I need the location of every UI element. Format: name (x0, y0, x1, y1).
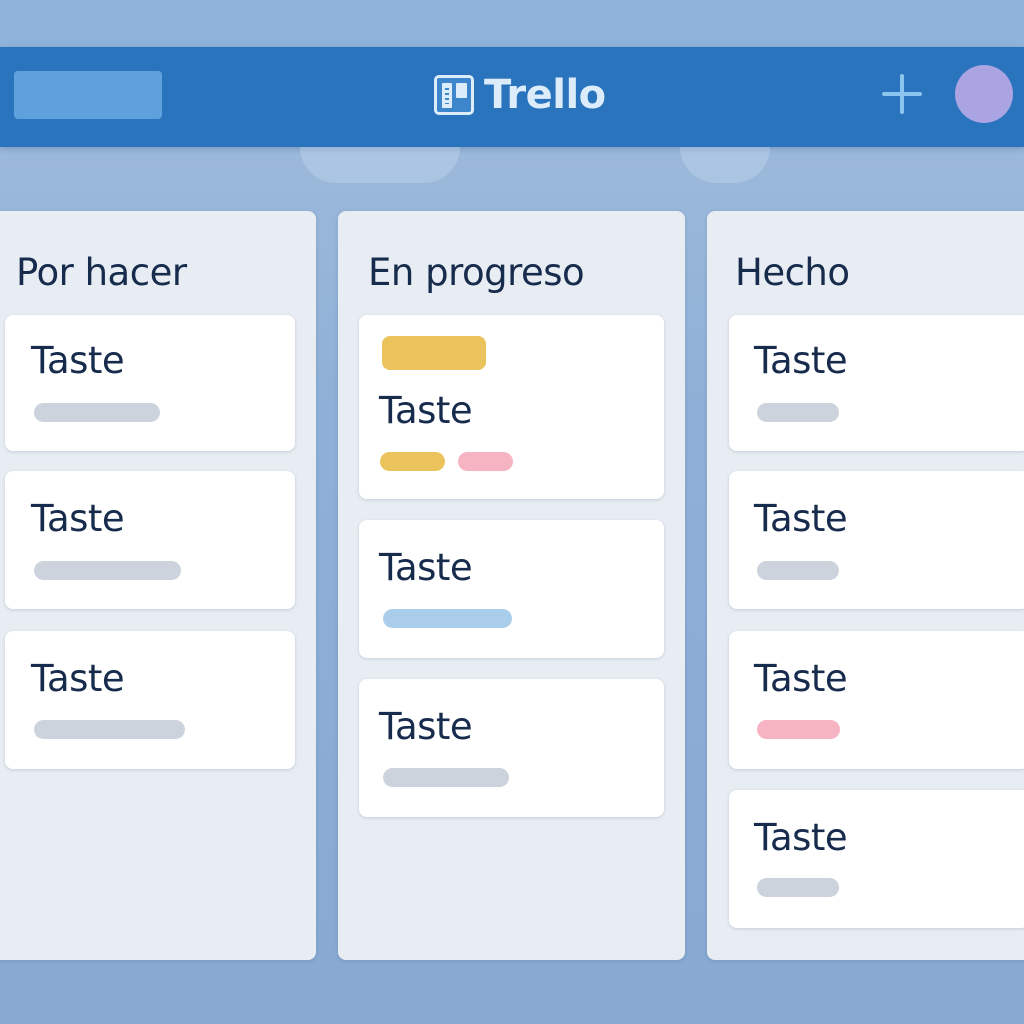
card-title: Taste (754, 339, 848, 382)
card-label-pink (458, 452, 513, 471)
boards-button[interactable] (14, 71, 162, 119)
card-label-gray (34, 720, 185, 739)
card-title: Taste (754, 497, 848, 540)
app-header: Trello (0, 47, 1024, 147)
card-title: Taste (379, 705, 473, 748)
card-label-gray (34, 403, 160, 422)
card[interactable]: Taste (729, 315, 1024, 451)
avatar[interactable] (955, 65, 1013, 123)
brand-name: Trello (484, 72, 606, 118)
list-en-progreso: En progreso Taste Taste Taste (338, 211, 685, 960)
card-label-blue (383, 609, 512, 628)
card[interactable]: Taste (5, 471, 295, 609)
trello-logo[interactable]: Trello (434, 72, 606, 118)
card-title: Taste (31, 339, 125, 382)
card[interactable]: Taste (729, 790, 1024, 928)
card-title: Taste (31, 657, 125, 700)
card[interactable]: Taste (359, 520, 664, 658)
card[interactable]: Taste (729, 631, 1024, 769)
list-hecho: Hecho Taste Taste Taste Taste (707, 211, 1024, 960)
card-label-gray (34, 561, 181, 580)
card-label-gray (757, 561, 839, 580)
card-title: Taste (754, 657, 848, 700)
card-cover-label-yellow (382, 336, 486, 370)
window-top-strip (0, 0, 1024, 48)
card-label-gray (757, 403, 839, 422)
list-title: Hecho (735, 251, 850, 294)
header-shadow (300, 147, 460, 183)
card-label-gray (383, 768, 509, 787)
card[interactable]: Taste (359, 315, 664, 499)
card-title: Taste (754, 816, 848, 859)
card-label-pink (757, 720, 840, 739)
card-title: Taste (379, 389, 473, 432)
card[interactable]: Taste (5, 315, 295, 451)
list-title: En progreso (368, 251, 585, 294)
card[interactable]: Taste (359, 679, 664, 817)
header-shadow (680, 147, 770, 183)
card[interactable]: Taste (5, 631, 295, 769)
list-title: Por hacer (16, 251, 187, 294)
trello-board-icon (434, 75, 474, 115)
plus-icon[interactable] (880, 72, 924, 116)
card-label-gray (757, 878, 839, 897)
card-title: Taste (31, 497, 125, 540)
card-title: Taste (379, 546, 473, 589)
card-label-yellow (380, 452, 445, 471)
list-por-hacer: Por hacer Taste Taste Taste (0, 211, 316, 960)
card[interactable]: Taste (729, 471, 1024, 609)
